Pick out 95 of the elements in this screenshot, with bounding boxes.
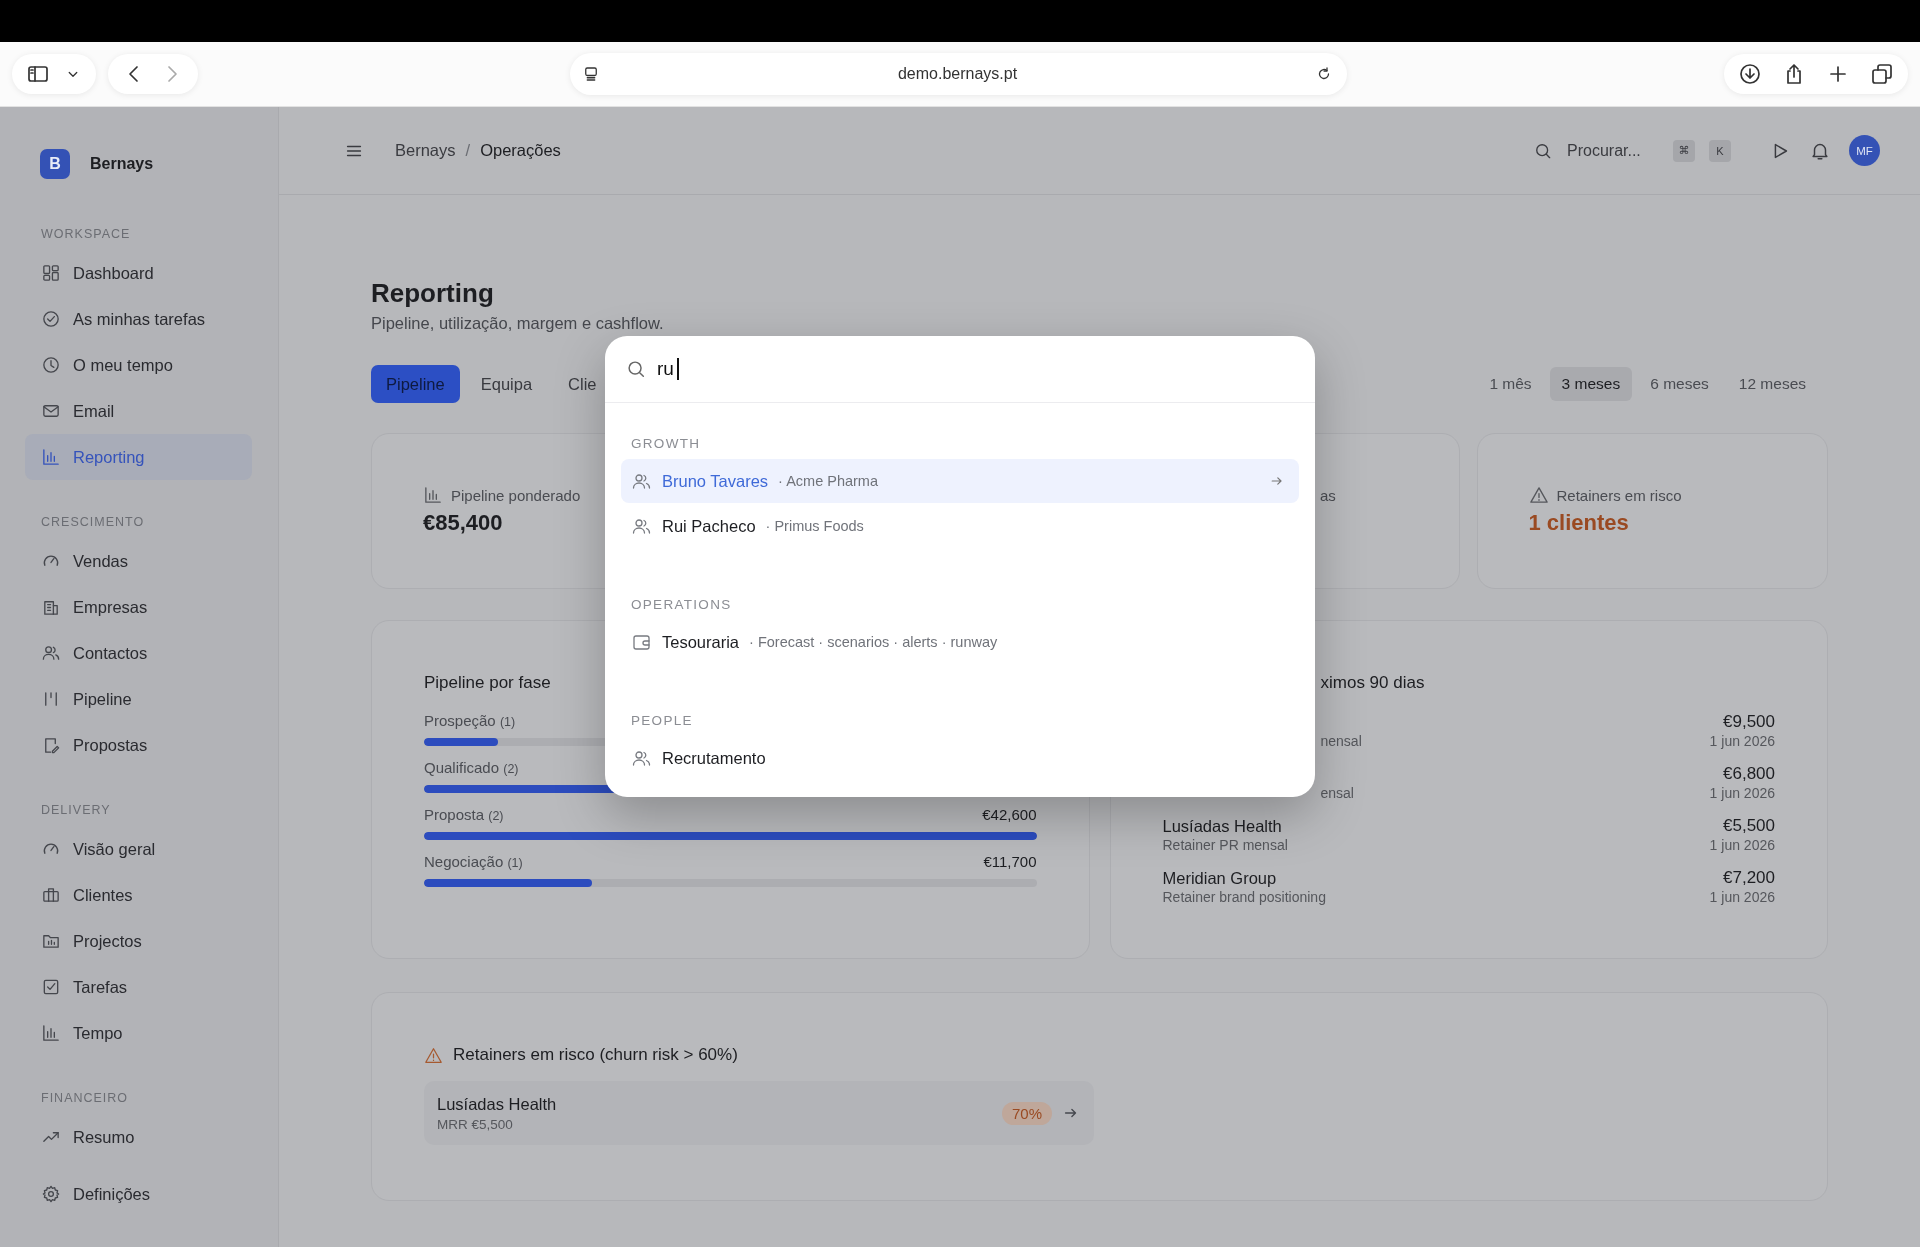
- card-title: Retainers em risco (churn risk > 60%): [453, 1045, 738, 1065]
- result-item[interactable]: Bruno Tavares · Acme Pharma: [621, 459, 1299, 503]
- bar-chart-icon: [41, 447, 61, 467]
- amount: €5,500: [1722, 815, 1775, 837]
- search-icon: [625, 358, 647, 380]
- client-detail: MRR €5,500: [437, 1116, 514, 1132]
- nav-item[interactable]: Contactos: [25, 630, 252, 676]
- group-label: GROWTH: [630, 435, 702, 453]
- checkbox-icon: [41, 977, 61, 997]
- amount: €7,200: [1722, 867, 1775, 889]
- download-icon[interactable]: [1738, 62, 1762, 86]
- period-tab[interactable]: 6 meses: [1638, 367, 1721, 401]
- result-item[interactable]: Tesouraria · Forecast · scenarios · alerts · runway: [621, 620, 1299, 664]
- page-title: Reporting: [371, 277, 495, 309]
- date: 1 jun 2026: [1709, 785, 1775, 801]
- text-cursor: [677, 358, 679, 380]
- kpi-label: as: [1320, 486, 1336, 504]
- section-label: DELIVERY: [40, 802, 112, 818]
- page-subtitle: Pipeline, utilização, margem e cashflow.: [371, 314, 665, 333]
- shortcut-key: K: [1709, 139, 1731, 162]
- stage-label: Proposta (2): [424, 805, 504, 825]
- breadcrumb-separator: /: [465, 141, 471, 160]
- date: 1 jun 2026: [1709, 733, 1775, 749]
- section-label: FINANCEIRO: [40, 1090, 130, 1106]
- shortcut-key: ⌘: [1673, 139, 1695, 162]
- stage-label: Qualificado (2): [424, 758, 519, 778]
- settings-icon: [41, 1184, 61, 1204]
- period-tab[interactable]: 12 meses: [1726, 367, 1818, 401]
- bar-chart-icon: [423, 485, 443, 505]
- clock-icon: [41, 355, 61, 375]
- stage-label: Negociação (1): [424, 852, 523, 872]
- kpi-value: €85,400: [423, 510, 503, 537]
- stage-amount: €11,700: [983, 852, 1037, 872]
- warning-icon: [424, 1045, 443, 1065]
- address-bar[interactable]: demo.bernays.pt: [570, 53, 1347, 95]
- users-icon: [41, 643, 61, 663]
- amount: €9,500: [1722, 711, 1775, 733]
- kpi-label: Pipeline ponderado: [451, 486, 581, 504]
- nav-item[interactable]: O meu tempo: [25, 342, 252, 388]
- nav-item[interactable]: Resumo: [25, 1114, 252, 1160]
- risk-badge: 70%: [1001, 1101, 1052, 1125]
- client-detail: ensal: [1319, 785, 1354, 801]
- stage-amount: €42,600: [982, 805, 1037, 825]
- search-field[interactable]: Procurar...: [1567, 141, 1659, 160]
- period-tab[interactable]: 3 meses: [1549, 367, 1633, 401]
- risk-row[interactable]: Lusíadas Health MRR €5,500 70%: [424, 1081, 1094, 1145]
- kpi-value: 1 clientes: [1528, 510, 1629, 537]
- card-title: Pipeline por fase: [424, 672, 552, 694]
- period-tab[interactable]: 1 mês: [1477, 367, 1544, 401]
- result-item[interactable]: Recrutamento: [621, 736, 1299, 780]
- tab[interactable]: Clie: [553, 365, 612, 403]
- group-label: OPERATIONS: [630, 596, 733, 614]
- nav-item[interactable]: Dashboard: [25, 250, 252, 296]
- grid-icon: [41, 263, 61, 283]
- client-detail: nensal: [1319, 733, 1362, 749]
- result-item[interactable]: Rui Pacheco · Primus Foods: [621, 504, 1299, 548]
- brand-name: Bernays: [90, 155, 154, 173]
- client-detail: Retainer brand positioning: [1162, 889, 1326, 905]
- nav-item[interactable]: Projectos: [25, 918, 252, 964]
- client-name: Lusíadas Health: [1162, 816, 1283, 837]
- nav-item[interactable]: Empresas: [25, 584, 252, 630]
- avatar[interactable]: MF: [1849, 135, 1880, 166]
- card-title: ximos 90 dias: [1319, 672, 1426, 694]
- amount: €6,800: [1722, 763, 1775, 785]
- client-name: Meridian Group: [1162, 868, 1278, 889]
- tab[interactable]: Equipa: [465, 365, 548, 403]
- stage-label: Prospeção (1): [424, 711, 516, 731]
- breadcrumb-item: Operações: [480, 141, 561, 160]
- section-label: CRESCIMENTO: [40, 514, 146, 530]
- nav-item[interactable]: As minhas tarefas: [25, 296, 252, 342]
- nav-item[interactable]: Pipeline: [25, 676, 252, 722]
- date: 1 jun 2026: [1709, 889, 1775, 905]
- bar-chart-icon: [41, 1023, 61, 1043]
- logo: B: [40, 149, 70, 179]
- section-label: WORKSPACE: [40, 226, 132, 242]
- nav-item[interactable]: Definições: [25, 1171, 252, 1217]
- nav-item[interactable]: Vendas: [25, 538, 252, 584]
- date: 1 jun 2026: [1709, 837, 1775, 853]
- nav-item[interactable]: Visão geral: [25, 826, 252, 872]
- nav-item[interactable]: Tarefas: [25, 964, 252, 1010]
- briefcase-icon: [41, 885, 61, 905]
- kpi-label: Retainers em risco: [1556, 486, 1682, 504]
- client-detail: Retainer PR mensal: [1162, 837, 1288, 853]
- client-name: Lusíadas Health: [437, 1094, 557, 1114]
- group-label: PEOPLE: [630, 712, 694, 730]
- page-icon: [582, 65, 600, 83]
- nav-item[interactable]: Propostas: [25, 722, 252, 768]
- nav-item[interactable]: Tempo: [25, 1010, 252, 1056]
- nav-item[interactable]: Email: [25, 388, 252, 434]
- nav-item[interactable]: Clientes: [25, 872, 252, 918]
- breadcrumb-item[interactable]: Bernays: [395, 141, 456, 160]
- tabs-icon[interactable]: [1870, 62, 1894, 86]
- check-circle-icon: [41, 309, 61, 329]
- warning-icon: [1528, 485, 1549, 505]
- search-input[interactable]: ru: [657, 358, 677, 380]
